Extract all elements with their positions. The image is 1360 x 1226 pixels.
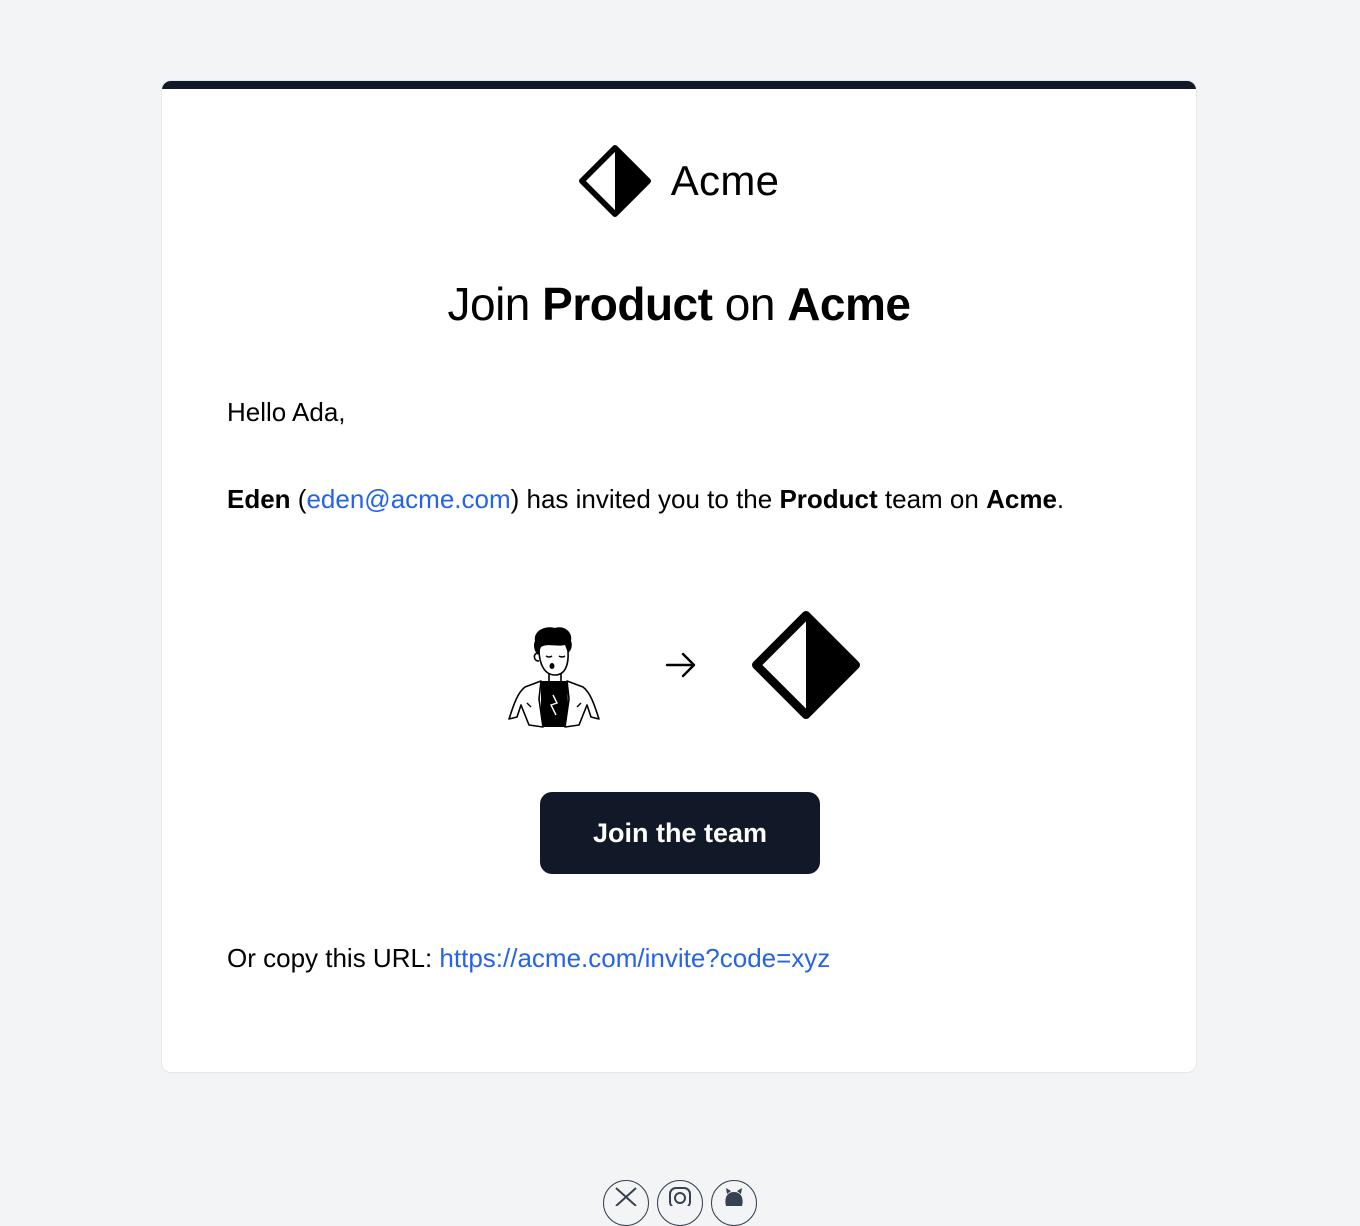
invite-text-3: . xyxy=(1056,484,1065,514)
email-card: Acme Join Product on Acme Hello Ada, Ede… xyxy=(161,80,1197,1073)
title-prefix: Join xyxy=(447,278,543,330)
inviter-email-link[interactable]: eden@acme.com xyxy=(306,484,510,514)
inviter-name: Eden xyxy=(227,484,291,514)
greeting-text: Hello Ada, xyxy=(227,397,346,427)
invite-url-link[interactable]: https://acme.com/invite?code=xyz xyxy=(439,943,830,973)
user-avatar-icon xyxy=(508,627,600,728)
github-icon[interactable] xyxy=(711,1180,757,1226)
invite-text-1: ) has invited you to the xyxy=(510,484,780,514)
copy-url-prefix: Or copy this URL: xyxy=(227,943,440,973)
invite-team: Product xyxy=(779,484,878,514)
invite-text-2: team on xyxy=(877,484,987,514)
brand-header: Acme xyxy=(162,145,1196,217)
social-links xyxy=(0,1180,1360,1226)
copy-url-line: Or copy this URL: https://acme.com/invit… xyxy=(227,943,830,974)
title-middle: on xyxy=(712,278,788,330)
acme-logo-icon xyxy=(578,145,651,217)
invite-open-paren: ( xyxy=(290,484,307,514)
page-title: Join Product on Acme xyxy=(162,277,1196,331)
card-top-accent-bar xyxy=(162,81,1196,89)
team-logo-icon xyxy=(752,611,860,719)
arrow-right-icon xyxy=(665,652,696,678)
title-company: Acme xyxy=(787,278,911,330)
x-icon[interactable] xyxy=(603,1180,649,1226)
title-team: Product xyxy=(542,278,713,330)
instagram-icon[interactable] xyxy=(657,1180,703,1226)
brand-name: Acme xyxy=(670,157,780,204)
invite-message: Eden (eden@acme.com) has invited you to … xyxy=(227,475,1107,523)
invite-company: Acme xyxy=(986,484,1057,514)
join-team-button[interactable]: Join the team xyxy=(540,792,820,874)
